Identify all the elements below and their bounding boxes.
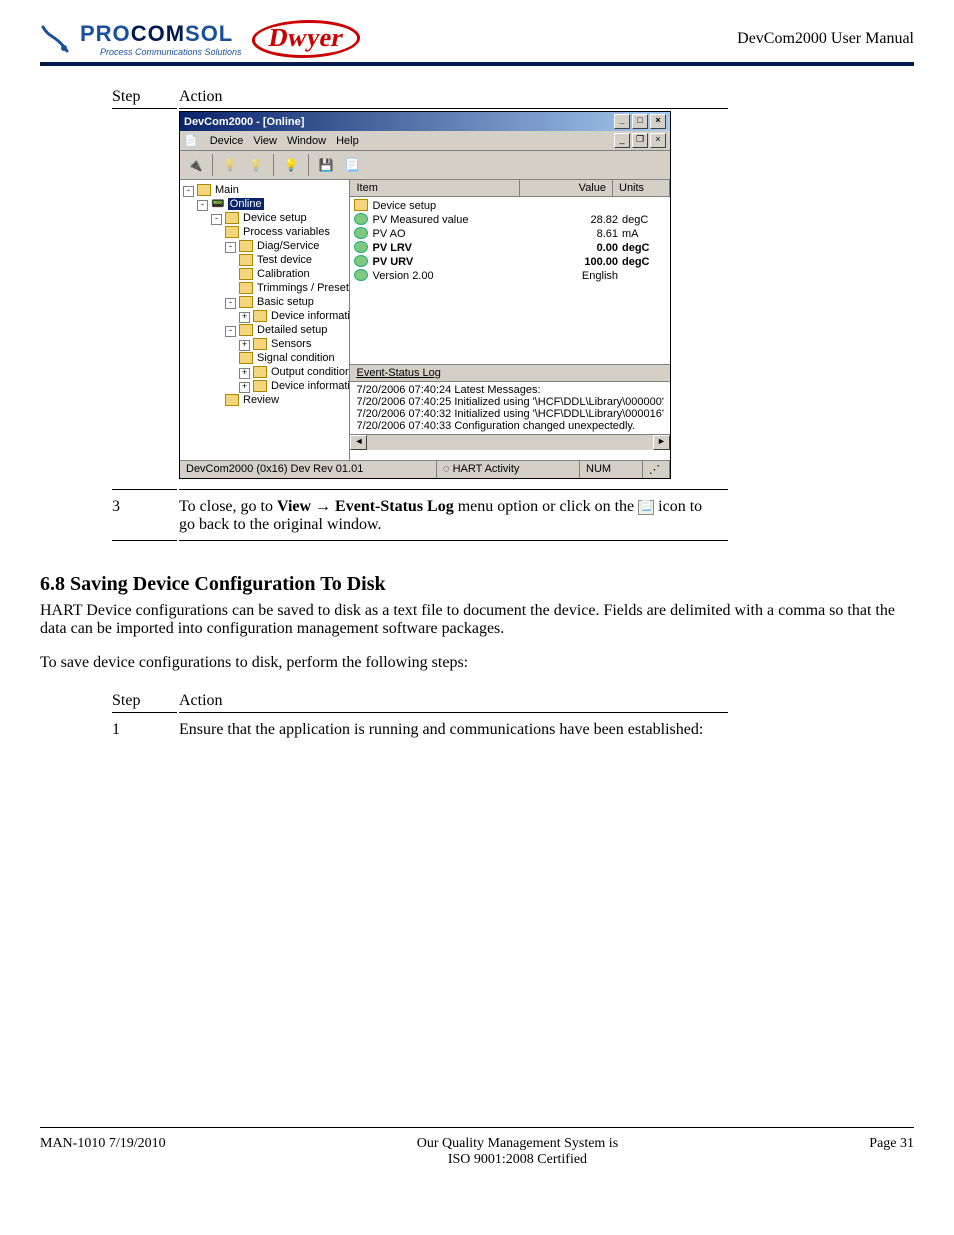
list-item[interactable]: PV Measured value28.82degC	[354, 213, 666, 227]
maximize-icon[interactable]: □	[632, 114, 648, 129]
step1-action: Ensure that the application is running a…	[179, 715, 728, 745]
header-rule	[40, 62, 914, 66]
menu-view[interactable]: View	[253, 135, 277, 147]
scrollbar[interactable]: ◄►	[350, 434, 670, 450]
statusbar: DevCom2000 (0x16) Dev Rev 01.01 ◌ HART A…	[180, 460, 670, 478]
status-num: NUM	[580, 461, 643, 478]
footer-center2: ISO 9001:2008 Certified	[166, 1152, 870, 1168]
app-title: DevCom2000 - [Online]	[184, 116, 304, 128]
tree-diag[interactable]: Diag/Service	[257, 240, 319, 252]
footer: MAN-1010 7/19/2010 Our Quality Managemen…	[40, 1136, 914, 1168]
logo-group: PROCOMSOL Process Communications Solutio…	[40, 20, 359, 58]
mdi-minimize-icon[interactable]: _	[614, 133, 630, 148]
tree-devinfo2[interactable]: Device information	[271, 380, 350, 392]
close-icon[interactable]: ×	[650, 114, 666, 129]
tree-process-vars[interactable]: Process variables	[243, 226, 330, 238]
status-main: DevCom2000 (0x16) Dev Rev 01.01	[180, 461, 437, 478]
tb-log-icon[interactable]: 📃	[341, 154, 363, 176]
list-item[interactable]: PV AO8.61mA	[354, 227, 666, 241]
tb-bulb-icon[interactable]: 💡	[280, 154, 302, 176]
tree-device-setup[interactable]: Device setup	[243, 212, 307, 224]
log-body: 7/20/2006 07:40:24 Latest Messages:7/20/…	[350, 382, 670, 434]
menubar: 📄 Device View Window Help _ ❐ ×	[180, 131, 670, 151]
log-line: 7/20/2006 07:40:32 Initialized using '\H…	[356, 408, 664, 420]
mdi-close-icon[interactable]: ×	[650, 133, 666, 148]
col-step: Step	[112, 86, 177, 109]
list-item[interactable]: PV URV100.00degC	[354, 255, 666, 269]
tree-sensors[interactable]: Sensors	[271, 338, 311, 350]
footer-left: MAN-1010 7/19/2010	[40, 1136, 166, 1152]
step3-action: To close, go to View → Event-Status Log …	[179, 492, 728, 541]
tree-main[interactable]: Main	[215, 184, 239, 196]
app-window: DevCom2000 - [Online] _ □ × 📄 Device Vie…	[179, 111, 671, 479]
step-table-a: Step Action DevCom2000 - [Online] _ □ × …	[110, 84, 730, 543]
footer-center1: Our Quality Management System is	[166, 1136, 870, 1152]
footer-rule	[40, 1127, 914, 1128]
col-units[interactable]: Units	[613, 180, 670, 196]
log-toggle-icon: 📃	[638, 500, 654, 515]
footer-right: Page 31	[869, 1136, 914, 1152]
tree-cal[interactable]: Calibration	[257, 268, 310, 280]
log-line: 7/20/2006 07:40:33 Configuration changed…	[356, 420, 664, 432]
tb-lamp2-icon[interactable]: 💡	[245, 154, 267, 176]
col-step-b: Step	[112, 690, 177, 713]
mdi-restore-icon[interactable]: ❐	[632, 133, 648, 148]
log-pane: Event-Status Log 7/20/2006 07:40:24 Late…	[350, 365, 670, 460]
minimize-icon[interactable]: _	[614, 114, 630, 129]
scroll-right-icon: ►	[653, 435, 670, 450]
swish-icon	[40, 24, 70, 54]
tree-devinfo1[interactable]: Device information	[271, 310, 350, 322]
tree-online[interactable]: Online	[228, 198, 264, 210]
grip-icon: ⋰	[643, 461, 670, 478]
scroll-left-icon: ◄	[350, 435, 367, 450]
log-line: 7/20/2006 07:40:24 Latest Messages:	[356, 384, 664, 396]
tb-save-icon[interactable]: 💾	[315, 154, 337, 176]
tree-review[interactable]: Review	[243, 394, 279, 406]
list-item[interactable]: Device setup	[354, 199, 666, 213]
col-action-b: Action	[179, 690, 728, 713]
tree-trim[interactable]: Trimmings / Preset	[257, 282, 349, 294]
tb-connect-icon[interactable]: 🔌	[184, 154, 206, 176]
toolbar: 🔌 💡 💡 💡 💾 📃	[180, 151, 670, 180]
menu-device[interactable]: Device	[210, 135, 244, 147]
section-heading: 6.8 Saving Device Configuration To Disk	[40, 573, 914, 596]
tree-detailed[interactable]: Detailed setup	[257, 324, 327, 336]
tree-output[interactable]: Output condition	[271, 366, 350, 378]
brand-tagline: Process Communications Solutions	[100, 47, 242, 57]
list-item[interactable]: Version 2.00English	[354, 269, 666, 283]
list-pane: Item Value Units Device setupPV Measured…	[350, 180, 670, 365]
dwyer-logo: Dwyer	[248, 20, 362, 58]
step1-num: 1	[112, 715, 177, 745]
brand-sol: SOL	[185, 21, 233, 46]
tree-signal[interactable]: Signal condition	[257, 352, 335, 364]
menu-window[interactable]: Window	[287, 135, 326, 147]
tree-basic[interactable]: Basic setup	[257, 296, 314, 308]
status-hart: ◌ HART Activity	[437, 461, 580, 478]
page-header: PROCOMSOL Process Communications Solutio…	[40, 20, 914, 58]
tree-test[interactable]: Test device	[257, 254, 312, 266]
log-line: 7/20/2006 07:40:25 Initialized using '\H…	[356, 396, 664, 408]
col-item[interactable]: Item	[350, 180, 520, 196]
tb-lamp1-icon[interactable]: 💡	[219, 154, 241, 176]
procomsol-logo: PROCOMSOL Process Communications Solutio…	[80, 21, 242, 57]
menu-help[interactable]: Help	[336, 135, 359, 147]
section-p1: HART Device configurations can be saved …	[40, 602, 914, 638]
step3-num: 3	[112, 492, 177, 541]
step-table-b: Step Action 1 Ensure that the applicatio…	[110, 688, 730, 747]
log-title: Event-Status Log	[350, 365, 670, 382]
titlebar: DevCom2000 - [Online] _ □ ×	[180, 112, 670, 131]
doc-title: DevCom2000 User Manual	[737, 30, 914, 48]
brand-com: COM	[131, 21, 185, 46]
list-item[interactable]: PV LRV0.00degC	[354, 241, 666, 255]
col-action: Action	[179, 86, 728, 109]
col-value[interactable]: Value	[520, 180, 613, 196]
brand-pro: PRO	[80, 21, 131, 46]
tree-pane: -Main -📟 Online -Device setup Process va…	[180, 180, 350, 460]
section-p2: To save device configurations to disk, p…	[40, 654, 914, 672]
